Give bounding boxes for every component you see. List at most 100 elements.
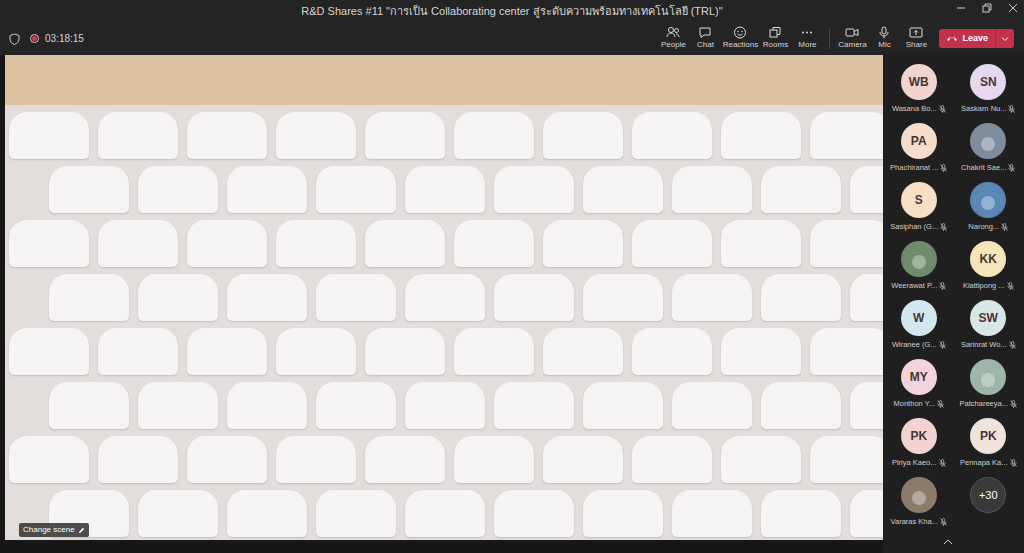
participant-photo (901, 477, 937, 513)
participant-tile[interactable]: MYMonthon Y... (885, 359, 953, 407)
seat (227, 166, 307, 213)
share-button[interactable]: Share (901, 26, 931, 51)
participant-photo (970, 123, 1006, 159)
participant-photo (901, 241, 937, 277)
rooms-button[interactable]: Rooms (760, 26, 790, 51)
seat (543, 220, 623, 267)
mic-off-icon (1001, 223, 1008, 231)
participant-tile[interactable]: Chakrit Sae... (955, 123, 1023, 171)
participant-avatar: PK (901, 418, 937, 454)
seat (761, 274, 841, 321)
minimize-icon[interactable] (956, 3, 966, 13)
avatar-initials: PA (911, 132, 927, 150)
seat (365, 112, 445, 159)
change-scene-button[interactable]: Change scene (19, 523, 89, 537)
avatar-initials: SN (980, 73, 997, 91)
chat-icon (698, 26, 712, 39)
participant-name: Phachiranat ... (890, 162, 938, 173)
participant-tile[interactable]: WBWasana Bo... (885, 64, 953, 112)
seat (454, 112, 534, 159)
stage-seats (5, 105, 883, 537)
seat (9, 436, 89, 483)
mic-icon (877, 26, 891, 39)
seat (187, 436, 267, 483)
seat-row (5, 213, 883, 267)
participant-tile[interactable]: KK Kiattipong ... (955, 241, 1023, 289)
mic-off-icon (1009, 341, 1016, 349)
participant-tile[interactable]: PKPiriya Kaeo... (885, 418, 953, 466)
participant-tile[interactable]: SWSarinrat Wo... (955, 300, 1023, 348)
rooms-icon (768, 26, 782, 39)
participant-tile[interactable]: Weerawat P... (885, 241, 953, 289)
seat (454, 328, 534, 375)
mic-off-icon (1007, 282, 1014, 290)
participant-tile[interactable]: PA Phachiranat ... (885, 123, 953, 171)
participant-avatar: S (901, 182, 937, 218)
seat (721, 220, 801, 267)
seat (721, 112, 801, 159)
participant-avatar: WB (901, 64, 937, 100)
participant-tile[interactable]: WWiranee (G... (885, 300, 953, 348)
share-icon (909, 26, 923, 39)
smiley-icon (733, 26, 747, 39)
participant-tile[interactable]: Patchareeya... (955, 359, 1023, 407)
seat (454, 436, 534, 483)
mic-off-icon (1008, 105, 1015, 113)
participant-avatar: MY (901, 359, 937, 395)
avatar-initials: PK (910, 427, 927, 445)
avatar-initials: W (913, 309, 924, 327)
seat (49, 274, 129, 321)
participant-name: Patchareeya... (960, 398, 1008, 409)
seat (583, 382, 663, 429)
seat (632, 220, 712, 267)
seat (276, 436, 356, 483)
mic-button[interactable]: Mic (869, 26, 899, 51)
chat-button[interactable]: Chat (690, 26, 720, 51)
seat (138, 490, 218, 537)
seat (721, 328, 801, 375)
shield-icon[interactable] (9, 33, 20, 45)
seat (365, 220, 445, 267)
participant-tile[interactable]: PKPennapa Ka... (955, 418, 1023, 466)
seat (9, 220, 89, 267)
avatar-initials: WB (909, 73, 929, 91)
reactions-button[interactable]: Reactions (722, 26, 758, 51)
seat (632, 436, 712, 483)
close-icon[interactable] (1008, 3, 1018, 13)
seat (583, 166, 663, 213)
restore-icon[interactable] (982, 3, 992, 13)
chevron-down-icon[interactable] (1001, 36, 1009, 42)
seat (405, 382, 485, 429)
seat (187, 220, 267, 267)
elapsed-time: 03:18:15 (45, 31, 84, 46)
camera-button[interactable]: Camera (837, 26, 867, 51)
seat-row (5, 321, 883, 375)
avatar-initials: MY (910, 368, 928, 386)
participant-name: Kiattipong ... (963, 280, 1005, 291)
participant-tile[interactable]: Narong... (955, 182, 1023, 230)
more-participants[interactable]: +30 (955, 477, 1023, 525)
chevron-up-icon[interactable] (943, 539, 953, 545)
more-button[interactable]: More (792, 26, 822, 51)
participant-name: Narong... (968, 221, 999, 232)
participant-tile[interactable]: SN Saskarn Nu... (955, 64, 1023, 112)
participant-tile[interactable]: Vararas Kha... (885, 477, 953, 525)
participant-avatar: SW (970, 300, 1006, 336)
seat (810, 328, 883, 375)
participant-avatar: PA (901, 123, 937, 159)
people-button[interactable]: People (658, 26, 688, 51)
seat (9, 328, 89, 375)
overflow-count: +30 (979, 487, 998, 504)
mic-off-icon (940, 223, 947, 231)
leave-button[interactable]: Leave (939, 29, 1014, 48)
seat (454, 220, 534, 267)
seat (405, 490, 485, 537)
seat (810, 112, 883, 159)
phone-hangup-icon (946, 35, 958, 42)
seat (632, 328, 712, 375)
seat (543, 112, 623, 159)
participant-tile[interactable]: SSasiphan (G... (885, 182, 953, 230)
ellipsis-icon (800, 26, 814, 39)
avatar-initials: KK (980, 250, 997, 268)
participant-name: Saskarn Nu... (961, 103, 1006, 114)
